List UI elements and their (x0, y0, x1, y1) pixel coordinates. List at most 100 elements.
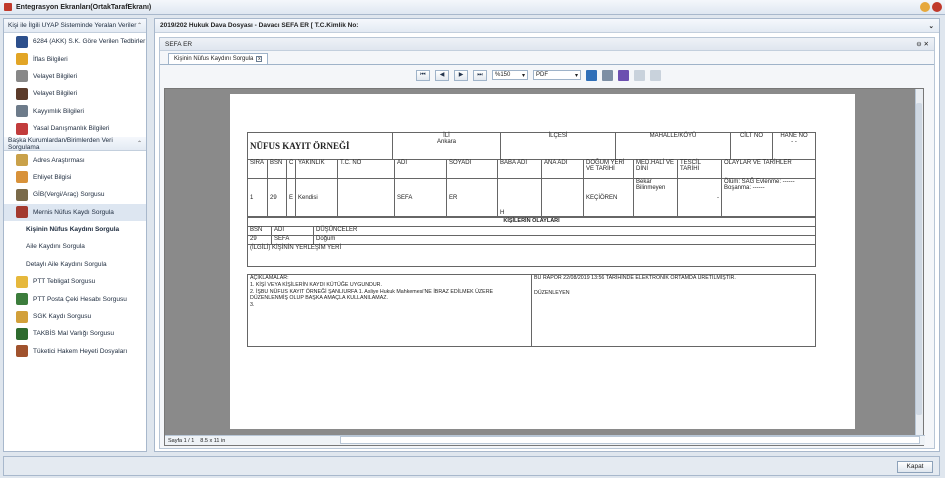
section-header-uyap[interactable]: Kişi ile İlgili UYAP Sisteminde Yeralan … (4, 19, 146, 33)
col-header: BABA ADI (497, 159, 542, 179)
table-row: 29 SEFA Doğum (247, 235, 817, 245)
vertical-scrollbar[interactable] (915, 89, 923, 437)
prev-page-button[interactable]: ◀ (435, 69, 449, 81)
sidebar-item-sgk[interactable]: SGK Kaydı Sorgusu (4, 308, 146, 325)
editor-label: DÜZENLEYEN (534, 289, 570, 296)
cell: Ölüm: SAĞ Evlenme: ------ Boşanma: -----… (721, 178, 816, 217)
sidebar-item-iflas[interactable]: İflas Bilgileri (4, 50, 146, 67)
horizontal-scrollbar[interactable] (340, 436, 920, 444)
cell: E (286, 178, 296, 217)
col-header: OLAYLAR VE TARİHLER (721, 159, 816, 179)
section-header-kurumlar[interactable]: Başka Kurumlardan/Birimlerden Veri Sorgu… (4, 137, 146, 152)
iflas-icon (16, 53, 28, 66)
cell: H (497, 178, 542, 217)
sidebar-item-aile-kaydi[interactable]: Aile Kaydını Sorgula (4, 238, 146, 255)
sidebar-item-ehliyet[interactable]: Ehliyet Bilgisi (4, 169, 146, 186)
collapse-icon[interactable]: ⌃ (137, 140, 142, 147)
notes-table: AÇIKLAMALAR: 1. KİŞİ VEYA KİŞİLERİN KAYD… (247, 274, 816, 347)
header-table: NÜFUS KAYIT ÖRNEĞİ İLİ Ankara İLÇESİ MAHA… (247, 132, 816, 160)
minimize-button[interactable] (920, 2, 930, 12)
close-tab-icon[interactable]: x (256, 56, 263, 62)
tab-bar: Kişinin Nüfus Kaydını Sorgula x (160, 51, 934, 65)
cell: Bekar Bilinmeyen (633, 178, 678, 217)
window-titlebar: Entegrasyon Ekranları(OrtakTarafEkranı) (0, 0, 945, 15)
inner-panel-header: SEFA ER ⊖ ✕ (160, 38, 934, 51)
ilce-label: İLÇESİ (500, 132, 616, 160)
tedbir-icon (16, 35, 28, 48)
col-header: ADI (394, 159, 447, 179)
mahalle-label: MAHALLE/KÖYÜ (615, 132, 731, 160)
sidebar-item-mernis[interactable]: Mernis Nüfus Kaydı Sorgula (4, 203, 146, 221)
sidebar-item-gib[interactable]: GİB(Vergi/Araç) Sorgusu (4, 186, 146, 203)
cell: Kendisi (295, 178, 338, 217)
table-header-row: SIRA BSN C YAKINLIK T.C. NO ADI SOYADI BABA ADI… (247, 159, 816, 179)
scroll-thumb[interactable] (916, 103, 922, 415)
save-icon[interactable] (586, 69, 597, 81)
edit-icon[interactable] (618, 69, 629, 81)
sidebar-item-tedbirler[interactable]: 6284 (AKK) S.K. Göre Verilen Tedbirler (4, 33, 146, 50)
cell: 1 (247, 178, 268, 217)
close-button[interactable]: Kapat (897, 461, 933, 473)
col-header: DÜŞÜNCELER (312, 226, 817, 236)
residence-label: (İLGİLİ) KİŞİNİN YERLEŞİM YERİ (246, 244, 817, 267)
sidebar-item-velayet[interactable]: Velayet Bilgileri (4, 68, 146, 85)
bottom-bar: Kapat (3, 456, 940, 476)
sidebar-item-detayli-aile[interactable]: Detaylı Aile Kaydını Sorgula (4, 256, 146, 273)
document-viewer[interactable]: NÜFUS KAYIT ÖRNEĞİ İLİ Ankara İLÇESİ MAHA… (164, 88, 925, 446)
format-select[interactable]: PDF ▾ (533, 70, 581, 80)
main-panel: 2019/202 Hukuk Dava Dosyası - Davacı SEF… (154, 18, 940, 452)
viewer-toolbar: ⏮ ◀ ▶ ⏭ %150 ▾ PDF ▾ (416, 68, 661, 82)
cell: 29 (267, 178, 287, 217)
col-header: ADI (271, 226, 314, 236)
report-text: BU RAPOR 22/08/2019 13:56 TARİHİNDE ELEK… (534, 275, 736, 281)
col-header: T.C. NO (337, 159, 395, 179)
chevron-down-icon: ▾ (521, 72, 525, 79)
tax-icon (16, 188, 28, 201)
cell (541, 178, 584, 217)
page-status: Sayfa 1 / 1 (168, 437, 195, 444)
consumer-icon (16, 345, 28, 358)
sidebar-item-tuketici[interactable]: Tüketici Hakem Heyeti Dosyaları (4, 343, 146, 360)
col-header: ANA ADI (541, 159, 584, 179)
page-size: 8.5 x 11 in (200, 437, 226, 444)
property-icon (16, 327, 28, 340)
sidebar-item-kayyim[interactable]: Kayyımlık Bilgileri (4, 103, 146, 120)
cell: SEFA (271, 235, 314, 245)
next-page-button[interactable]: ▶ (454, 69, 468, 81)
tab-nufus-kaydi[interactable]: Kişinin Nüfus Kaydını Sorgula x (168, 53, 269, 64)
print-icon[interactable] (602, 69, 613, 81)
advisor-icon (16, 122, 28, 135)
events-title: KİŞİLERİN OLAYLARI (246, 217, 817, 227)
cell (337, 178, 395, 217)
hane-value: - - (791, 139, 797, 145)
col-header: BSN (247, 226, 272, 236)
sidebar-item-takbis[interactable]: TAKBİS Mal Varlığı Sorgusu (4, 325, 146, 342)
document-page: NÜFUS KAYIT ÖRNEĞİ İLİ Ankara İLÇESİ MAHA… (230, 94, 855, 429)
export-icon[interactable] (634, 69, 645, 81)
cell: 29 (247, 235, 272, 245)
zoom-select[interactable]: %150 ▾ (492, 70, 528, 80)
ptt-icon (16, 275, 28, 288)
panel-controls-icon[interactable]: ⊖ ✕ (916, 40, 929, 48)
collapse-icon[interactable]: ⌃ (137, 22, 142, 29)
refresh-icon[interactable] (650, 69, 661, 81)
last-page-button[interactable]: ⏭ (473, 69, 487, 81)
family-icon (16, 87, 28, 100)
col-header: TESCİL TARİHİ (677, 159, 722, 179)
close-window-button[interactable] (932, 2, 942, 12)
collapse-icon[interactable]: ⌄ (929, 22, 934, 30)
window-title: Entegrasyon Ekranları(OrtakTarafEkranı) (16, 3, 152, 11)
sidebar-item-nufus-kaydi[interactable]: Kişinin Nüfus Kaydını Sorgula (4, 221, 146, 238)
money-icon (16, 293, 28, 306)
sidebar-item-ptt-tebligat[interactable]: PTT Tebligat Sorgusu (4, 273, 146, 290)
license-icon (16, 171, 28, 184)
sidebar-item-ptt-posta[interactable]: PTT Posta Çeki Hesabı Sorgusu (4, 290, 146, 307)
sidebar-item-adres[interactable]: Adres Araştırması (4, 151, 146, 168)
first-page-button[interactable]: ⏮ (416, 69, 430, 81)
il-value: Ankara (436, 139, 456, 145)
sidebar-item-yasal-danisman[interactable]: Yasal Danışmanlık Bilgileri (4, 120, 146, 137)
cell: - (677, 178, 722, 217)
cell: Doğum (312, 235, 817, 245)
sidebar-item-velayet-2[interactable]: Velayet Bilgileri (4, 85, 146, 102)
col-header: BSN (267, 159, 287, 179)
